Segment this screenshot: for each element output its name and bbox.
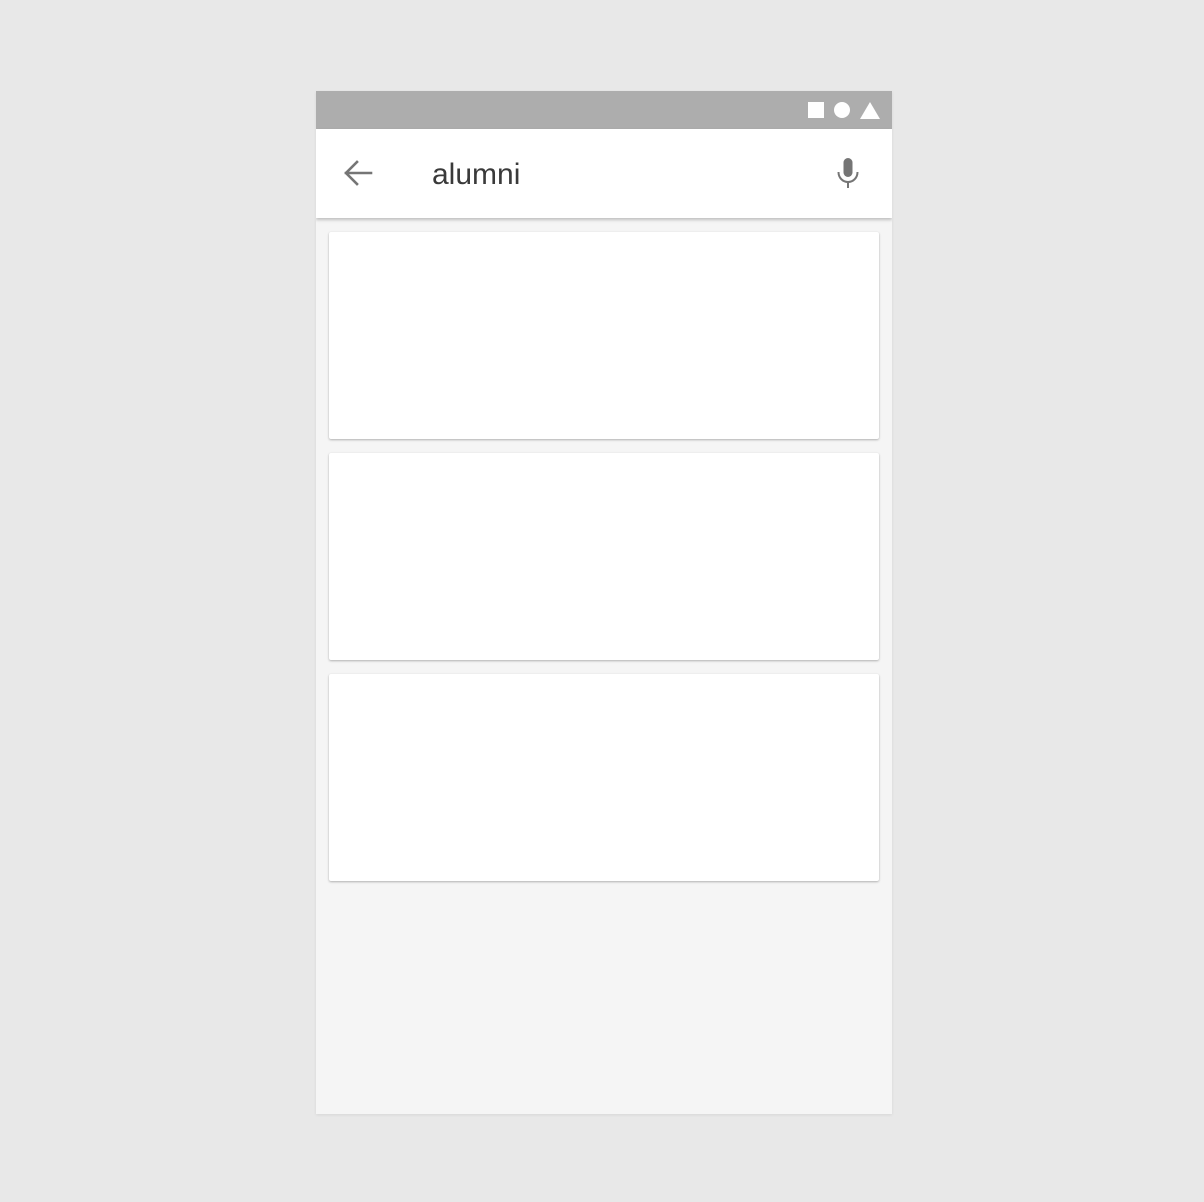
status-icons — [808, 101, 880, 119]
circle-icon — [834, 102, 850, 118]
search-results-list — [329, 232, 879, 895]
square-icon — [808, 102, 824, 118]
result-card[interactable] — [329, 453, 879, 660]
phone-screen — [316, 91, 892, 1114]
triangle-icon — [860, 101, 880, 119]
result-card[interactable] — [329, 674, 879, 881]
voice-search-button[interactable] — [828, 153, 868, 193]
back-button[interactable] — [338, 153, 378, 193]
microphone-icon — [837, 158, 859, 188]
search-input[interactable] — [432, 155, 812, 195]
result-card[interactable] — [329, 232, 879, 439]
arrow-left-icon — [344, 160, 373, 186]
status-bar — [316, 91, 892, 129]
search-app-bar — [316, 129, 892, 218]
